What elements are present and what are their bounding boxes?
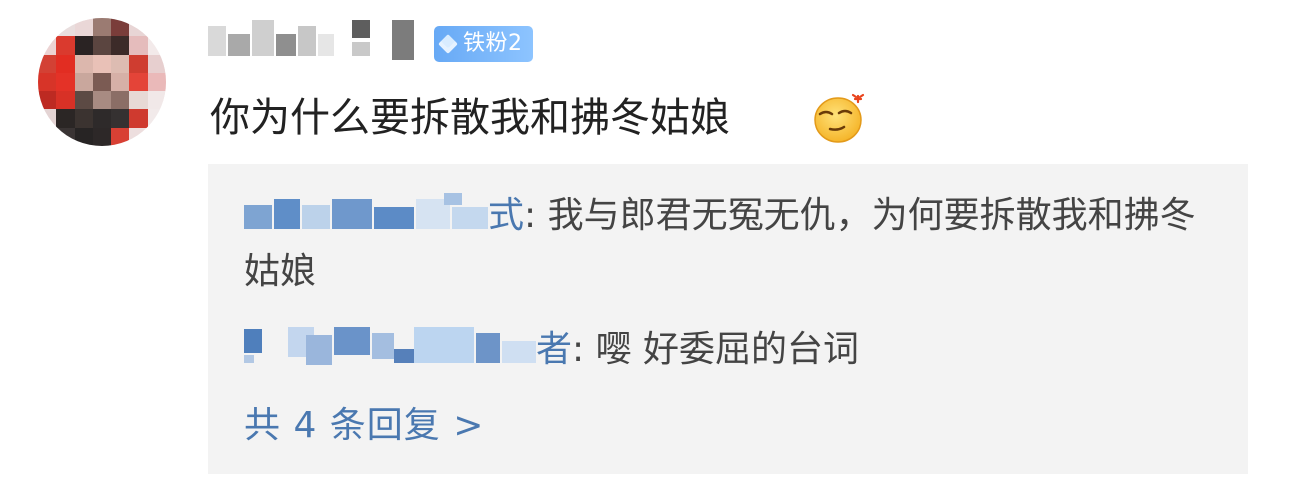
view-more-replies-link[interactable]: 共 4 条回复 > (244, 398, 484, 454)
reply-separator: : (524, 195, 548, 236)
reply-item[interactable]: 者: 嘤 好委屈的台词 (244, 322, 859, 378)
reply-author-tail[interactable]: 者 (536, 329, 572, 370)
avatar[interactable] (38, 18, 166, 146)
username[interactable] (208, 20, 416, 66)
reply-separator: : (572, 329, 596, 370)
diamond-icon (438, 34, 458, 54)
reply-text: 嘤 好委屈的台词 (595, 329, 860, 370)
reply-item[interactable]: 式: 我与郎君无冤无仇，为何要拆散我和拂冬姑娘 (244, 188, 1224, 300)
fan-badge: 铁粉2 (434, 26, 533, 62)
replies-panel[interactable]: 式: 我与郎君无冤无仇，为何要拆散我和拂冬姑娘 者: 嘤 好委屈的台词 共 4 … (208, 164, 1248, 474)
reply-author[interactable] (244, 193, 488, 233)
comment-text: 你为什么要拆散我和拂冬姑娘 (210, 95, 730, 141)
reply-author[interactable] (244, 327, 536, 367)
smirk-emoji-icon (814, 93, 865, 143)
fan-badge-label: 铁粉2 (463, 31, 523, 56)
reply-author-tail[interactable]: 式 (488, 195, 524, 236)
avatar-mosaic (38, 18, 166, 146)
